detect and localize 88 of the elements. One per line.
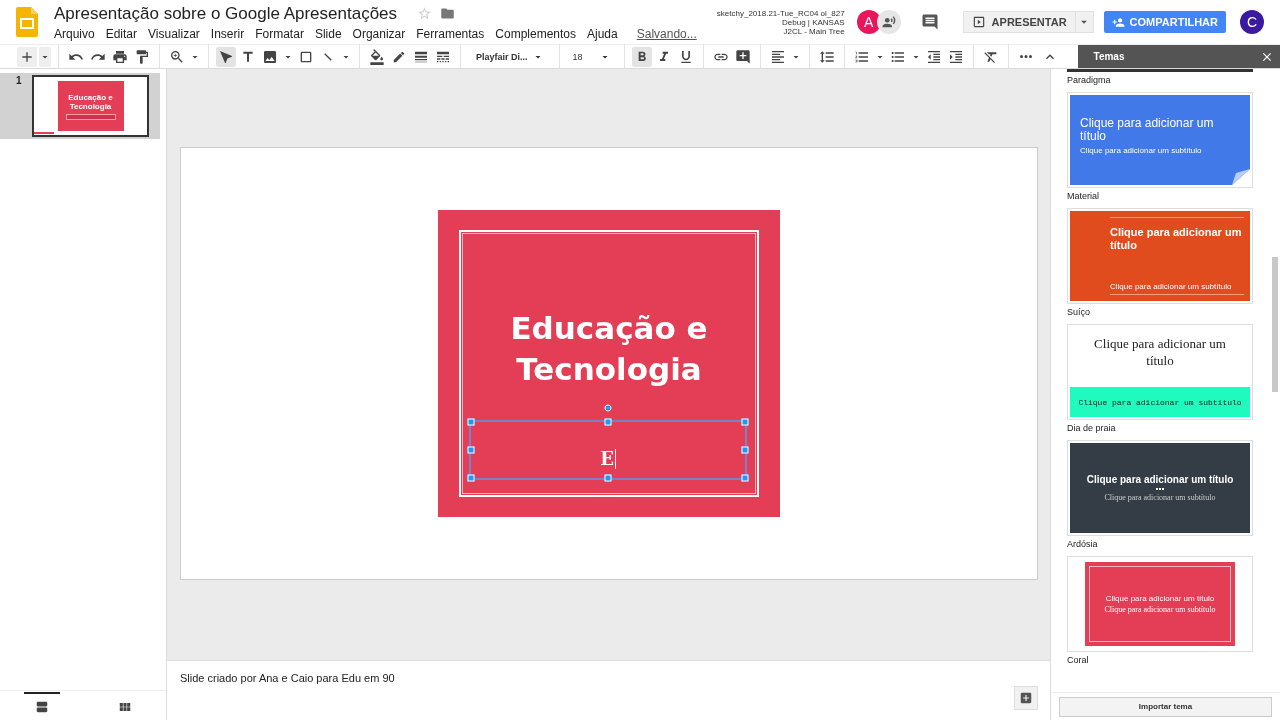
- rotate-handle[interactable]: [604, 404, 612, 412]
- plus-box-icon: [1019, 691, 1033, 705]
- notes-text: Slide criado por Ana e Caio para Edu em 90: [180, 672, 395, 684]
- build-info: sketchy_2018.21-Tue_RC04 oi_827 Debug | KANSAS J2CL - Main Tree: [716, 8, 845, 36]
- thumbnail-title: Educação e Tecnologia: [67, 92, 114, 111]
- resize-handle[interactable]: [604, 418, 612, 426]
- theme-name: Coral: [1067, 655, 1090, 665]
- paint-roller-icon: [134, 48, 150, 65]
- slide-number: 1: [16, 75, 23, 88]
- theme-card[interactable]: Clique para adicionar um título Clique para adicionar um subtítulo: [1067, 440, 1253, 536]
- page-curl-icon: [1232, 169, 1250, 185]
- play-icon: [971, 15, 986, 29]
- printer-icon: [112, 48, 128, 65]
- theme-name: Material: [1067, 191, 1100, 201]
- preview-title: Clique para adicionar um título: [1086, 474, 1234, 485]
- menu-item[interactable]: Formatar: [255, 26, 304, 41]
- resize-handle[interactable]: [741, 446, 749, 454]
- list-view-icon: [34, 699, 49, 714]
- indent-decrease-icon: [925, 48, 942, 65]
- collaborator-avatar[interactable]: A: [856, 10, 881, 34]
- preview-subtitle: Clique para adicionar um subtítulo: [1104, 493, 1216, 502]
- pencil-icon: [392, 49, 406, 64]
- resize-handle[interactable]: [467, 418, 475, 426]
- explore-button[interactable]: [1014, 686, 1038, 710]
- line-spacing-icon: [818, 48, 835, 65]
- new-slide-dropdown[interactable]: [39, 46, 51, 67]
- indent-increase-icon: [947, 48, 964, 65]
- theme-name: Paradigma: [1067, 75, 1112, 85]
- resize-handle[interactable]: [604, 474, 612, 482]
- comments-icon[interactable]: [920, 13, 939, 31]
- present-button[interactable]: APRESENTAR: [962, 11, 1076, 33]
- speaker-notes[interactable]: Slide criado por Ana e Caio para Edu em 90: [167, 660, 1050, 720]
- pointer-icon: [218, 48, 234, 65]
- menu-item[interactable]: Ajuda: [587, 26, 618, 41]
- menu-item[interactable]: Arquivo: [54, 26, 95, 41]
- resize-handle[interactable]: [741, 474, 749, 482]
- preview-subtitle: Clique para adicionar um subtítulo: [1110, 282, 1233, 291]
- menu-item[interactable]: Inserir: [210, 26, 245, 41]
- slide-title[interactable]: Educação e Tecnologia: [461, 308, 757, 390]
- preview-title: Clique para adicionar um título: [1105, 594, 1215, 603]
- font-dropdown[interactable]: Playfair Di...: [468, 46, 552, 67]
- preview-title: Clique para adicionar um título: [1110, 226, 1243, 252]
- slide-thumbnail[interactable]: Educação e Tecnologia: [32, 75, 149, 137]
- save-status[interactable]: Salvando...: [636, 26, 697, 41]
- zoom-icon: [169, 48, 185, 65]
- chat-person-icon[interactable]: [876, 10, 901, 34]
- preview-subtitle: Clique para adicionar um subtítulo: [1080, 146, 1203, 155]
- document-title[interactable]: Apresentação sobre o Google Apresentações: [54, 3, 398, 24]
- menu-item[interactable]: Slide: [314, 26, 342, 41]
- preview-subtitle: Clique para adicionar um subtítulo: [1078, 397, 1242, 407]
- menu-item[interactable]: Organizar: [352, 26, 406, 41]
- slide-thumbnail-row[interactable]: 1 Educação e Tecnologia: [0, 73, 160, 139]
- subtitle-text: E: [600, 449, 616, 469]
- more-icon: [1019, 55, 1032, 58]
- theme-card[interactable]: Clique para adicionar um título Clique para adicionar um subtítulo: [1067, 556, 1253, 652]
- font-size-dropdown[interactable]: 18: [566, 46, 617, 67]
- theme-name: Dia de praia: [1067, 423, 1117, 433]
- image-icon: [262, 48, 278, 65]
- user-avatar[interactable]: C: [1240, 10, 1264, 34]
- new-slide-button[interactable]: [17, 46, 37, 67]
- menu-item[interactable]: Complementos: [495, 26, 576, 41]
- select-button[interactable]: [216, 46, 236, 67]
- theme-card[interactable]: Clique para adicionar um título Clique para adicionar um subtítulo: [1067, 208, 1253, 304]
- theme-card[interactable]: Clique para adicionar um título Clique para adicionar um subtítulo: [1067, 324, 1253, 420]
- theme-card[interactable]: Clique para adicionar um título Clique para adicionar um subtítulo: [1067, 92, 1253, 188]
- menu-item[interactable]: Visualizar: [148, 26, 200, 41]
- scrollbar[interactable]: [1272, 257, 1278, 392]
- comment-icon: [920, 13, 939, 31]
- paint-bucket-icon: [369, 48, 385, 65]
- add-person-icon: [1111, 15, 1125, 29]
- panel-title: Temas: [1093, 51, 1125, 62]
- theme-name: Suíço: [1067, 307, 1091, 317]
- resize-handle[interactable]: [741, 418, 749, 426]
- preview-title: Clique para adicionar um título: [1080, 117, 1215, 143]
- menu-item[interactable]: Ferramentas: [416, 26, 485, 41]
- menu-item[interactable]: Editar: [105, 26, 138, 41]
- resize-handle[interactable]: [467, 474, 475, 482]
- fill-color-button[interactable]: [367, 46, 387, 67]
- import-theme-button[interactable]: Importar tema: [1059, 696, 1272, 717]
- person-speaking-icon: [881, 15, 896, 29]
- align-left-icon: [769, 48, 786, 65]
- preview-subtitle: Clique para adicionar um subtítulo: [1104, 605, 1216, 614]
- theme-name: Ardósia: [1067, 539, 1099, 549]
- add-comment-icon: [734, 48, 751, 65]
- resize-handle[interactable]: [467, 446, 475, 454]
- share-button[interactable]: COMPARTILHAR: [1103, 11, 1226, 33]
- preview-title: Clique para adicionar um título: [1093, 335, 1227, 370]
- bold-button[interactable]: [631, 46, 652, 67]
